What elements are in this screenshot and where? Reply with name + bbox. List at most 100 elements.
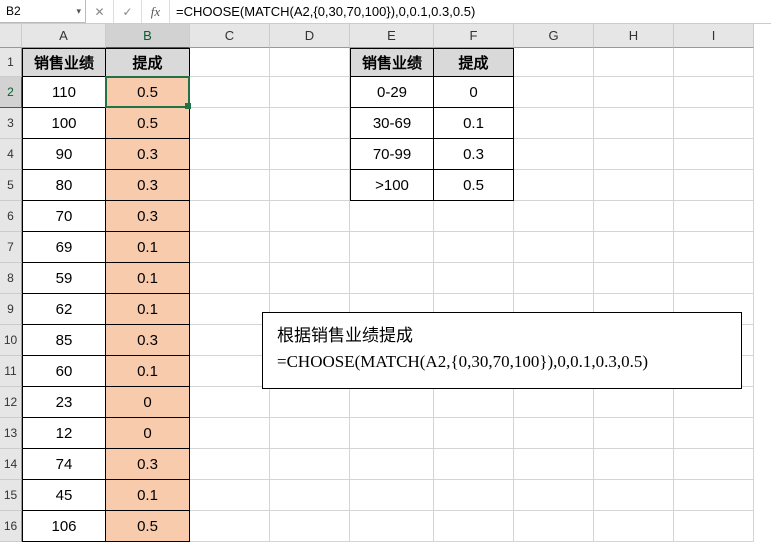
cell-E5[interactable]: >100	[350, 170, 434, 201]
cell-I15[interactable]	[674, 480, 754, 511]
cell-B9[interactable]: 0.1	[106, 294, 190, 325]
row-header-13[interactable]: 13	[0, 418, 22, 449]
cell-D15[interactable]	[270, 480, 350, 511]
cell-H14[interactable]	[594, 449, 674, 480]
row-header-6[interactable]: 6	[0, 201, 22, 232]
name-box[interactable]: B2 ▾	[0, 0, 86, 23]
cell-A7[interactable]: 69	[22, 232, 106, 263]
cell-A8[interactable]: 59	[22, 263, 106, 294]
cell-D12[interactable]	[270, 387, 350, 418]
cell-H16[interactable]	[594, 511, 674, 542]
cell-D16[interactable]	[270, 511, 350, 542]
cell-B5[interactable]: 0.3	[106, 170, 190, 201]
cell-G8[interactable]	[514, 263, 594, 294]
cell-I6[interactable]	[674, 201, 754, 232]
cell-H1[interactable]	[594, 48, 674, 77]
cell-G7[interactable]	[514, 232, 594, 263]
cell-E4[interactable]: 70-99	[350, 139, 434, 170]
col-header-I[interactable]: I	[674, 24, 754, 48]
cell-F6[interactable]	[434, 201, 514, 232]
cell-B15[interactable]: 0.1	[106, 480, 190, 511]
select-all-corner[interactable]	[0, 24, 22, 48]
dropdown-icon[interactable]: ▾	[76, 6, 81, 17]
cell-E8[interactable]	[350, 263, 434, 294]
row-header-3[interactable]: 3	[0, 108, 22, 139]
cell-A5[interactable]: 80	[22, 170, 106, 201]
cell-B7[interactable]: 0.1	[106, 232, 190, 263]
cell-D6[interactable]	[270, 201, 350, 232]
cell-C16[interactable]	[190, 511, 270, 542]
row-header-11[interactable]: 11	[0, 356, 22, 387]
cell-E14[interactable]	[350, 449, 434, 480]
cell-G13[interactable]	[514, 418, 594, 449]
cell-H3[interactable]	[594, 108, 674, 139]
cell-C8[interactable]	[190, 263, 270, 294]
cell-A2[interactable]: 110	[22, 77, 106, 108]
cell-I2[interactable]	[674, 77, 754, 108]
cell-C6[interactable]	[190, 201, 270, 232]
cell-B3[interactable]: 0.5	[106, 108, 190, 139]
cell-I4[interactable]	[674, 139, 754, 170]
cell-I1[interactable]	[674, 48, 754, 77]
cell-I7[interactable]	[674, 232, 754, 263]
cell-I5[interactable]	[674, 170, 754, 201]
cell-A9[interactable]: 62	[22, 294, 106, 325]
cell-C4[interactable]	[190, 139, 270, 170]
cell-C9[interactable]	[190, 294, 270, 325]
cell-G4[interactable]	[514, 139, 594, 170]
col-header-B[interactable]: B	[106, 24, 190, 48]
cell-E7[interactable]	[350, 232, 434, 263]
cell-D4[interactable]	[270, 139, 350, 170]
cell-E6[interactable]	[350, 201, 434, 232]
row-header-8[interactable]: 8	[0, 263, 22, 294]
cell-A13[interactable]: 12	[22, 418, 106, 449]
cell-G1[interactable]	[514, 48, 594, 77]
cell-E15[interactable]	[350, 480, 434, 511]
cell-C1[interactable]	[190, 48, 270, 77]
cancel-button[interactable]: ✕	[86, 0, 114, 23]
cell-F15[interactable]	[434, 480, 514, 511]
cell-B8[interactable]: 0.1	[106, 263, 190, 294]
cell-C2[interactable]	[190, 77, 270, 108]
cell-E2[interactable]: 0-29	[350, 77, 434, 108]
cell-F8[interactable]	[434, 263, 514, 294]
cell-I14[interactable]	[674, 449, 754, 480]
cell-I16[interactable]	[674, 511, 754, 542]
cell-A12[interactable]: 23	[22, 387, 106, 418]
cell-H13[interactable]	[594, 418, 674, 449]
cell-H2[interactable]	[594, 77, 674, 108]
cell-C14[interactable]	[190, 449, 270, 480]
col-header-G[interactable]: G	[514, 24, 594, 48]
row-header-14[interactable]: 14	[0, 449, 22, 480]
cell-A4[interactable]: 90	[22, 139, 106, 170]
fx-button[interactable]: fx	[142, 0, 170, 23]
cell-F3[interactable]: 0.1	[434, 108, 514, 139]
cell-G14[interactable]	[514, 449, 594, 480]
col-header-C[interactable]: C	[190, 24, 270, 48]
cell-B11[interactable]: 0.1	[106, 356, 190, 387]
cell-A1[interactable]: 销售业绩	[22, 48, 106, 77]
cell-I3[interactable]	[674, 108, 754, 139]
cell-A15[interactable]: 45	[22, 480, 106, 511]
cell-H8[interactable]	[594, 263, 674, 294]
cell-A10[interactable]: 85	[22, 325, 106, 356]
cell-B1[interactable]: 提成	[106, 48, 190, 77]
row-header-7[interactable]: 7	[0, 232, 22, 263]
cell-F7[interactable]	[434, 232, 514, 263]
cell-I12[interactable]	[674, 387, 754, 418]
cell-G12[interactable]	[514, 387, 594, 418]
cell-C3[interactable]	[190, 108, 270, 139]
cell-H7[interactable]	[594, 232, 674, 263]
cell-B14[interactable]: 0.3	[106, 449, 190, 480]
cell-E12[interactable]	[350, 387, 434, 418]
cell-F16[interactable]	[434, 511, 514, 542]
cell-F1[interactable]: 提成	[434, 48, 514, 77]
cell-B13[interactable]: 0	[106, 418, 190, 449]
cell-C12[interactable]	[190, 387, 270, 418]
enter-button[interactable]: ✓	[114, 0, 142, 23]
cell-E13[interactable]	[350, 418, 434, 449]
cell-C10[interactable]	[190, 325, 270, 356]
row-header-15[interactable]: 15	[0, 480, 22, 511]
cell-D8[interactable]	[270, 263, 350, 294]
cell-D13[interactable]	[270, 418, 350, 449]
